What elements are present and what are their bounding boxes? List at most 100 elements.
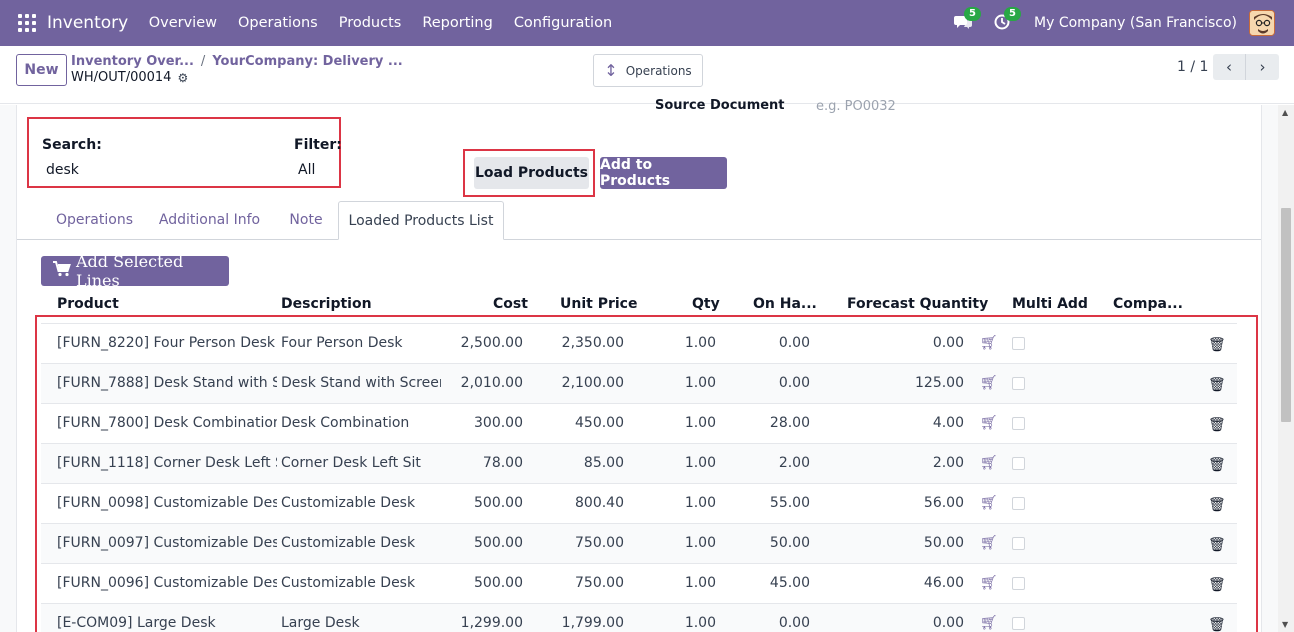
- multi-add-checkbox[interactable]: [1012, 617, 1025, 630]
- unit-price-cell: 2,350.00: [561, 335, 624, 351]
- column-cost[interactable]: Cost: [493, 296, 528, 312]
- search-label: Search:: [42, 137, 102, 153]
- multi-add-checkbox[interactable]: [1012, 497, 1025, 510]
- breadcrumb: Inventory Over... / YourCompany: Delivery …: [71, 54, 403, 69]
- tab-note[interactable]: Note: [279, 201, 333, 240]
- product-rows: [FURN_8220] Four Person Desk Four Person…: [41, 323, 1237, 632]
- operations-smart-button[interactable]: ↕ Operations: [593, 54, 703, 87]
- app-brand[interactable]: Inventory: [47, 13, 128, 33]
- scroll-down-arrow-icon[interactable]: ▼: [1282, 620, 1288, 629]
- pager-next-button[interactable]: ›: [1246, 54, 1279, 80]
- column-forecast-quantity[interactable]: Forecast Quantity: [847, 296, 988, 312]
- cart-icon[interactable]: 🛒︎: [980, 455, 998, 471]
- column-qty[interactable]: Qty: [692, 296, 720, 312]
- trash-icon[interactable]: 🗑︎: [1208, 377, 1226, 393]
- column-description[interactable]: Description: [281, 296, 372, 312]
- company-switcher[interactable]: My Company (San Francisco): [1034, 15, 1237, 31]
- trash-icon[interactable]: 🗑︎: [1208, 577, 1226, 593]
- menu-reporting[interactable]: Reporting: [412, 15, 504, 31]
- menu-configuration[interactable]: Configuration: [503, 15, 622, 31]
- trash-icon[interactable]: 🗑︎: [1208, 337, 1226, 353]
- cart-icon[interactable]: 🛒︎: [980, 615, 998, 631]
- table-row[interactable]: [FURN_0097] Customizable Des... Customiz…: [41, 523, 1237, 563]
- column-multi-add[interactable]: Multi Add: [1012, 296, 1088, 312]
- pager-buttons: ‹ ›: [1213, 54, 1279, 80]
- cost-cell: 300.00: [474, 415, 523, 431]
- trash-icon[interactable]: 🗑︎: [1208, 617, 1226, 632]
- activities-button[interactable]: 5: [994, 7, 1021, 34]
- forecast-cell: 46.00: [923, 575, 964, 591]
- menu-overview[interactable]: Overview: [138, 15, 227, 31]
- description-cell: Large Desk: [281, 615, 360, 631]
- table-row[interactable]: [E-COM09] Large Desk Large Desk 1,299.00…: [41, 603, 1237, 632]
- cart-icon[interactable]: 🛒︎: [980, 415, 998, 431]
- trash-icon[interactable]: 🗑︎: [1208, 537, 1226, 553]
- table-row[interactable]: [FURN_0096] Customizable Des... Customiz…: [41, 563, 1237, 603]
- breadcrumb-inventory-overview[interactable]: Inventory Over...: [71, 54, 194, 69]
- cart-icon[interactable]: 🛒︎: [980, 335, 998, 351]
- product-cell: [FURN_0097] Customizable Des...: [57, 535, 277, 551]
- menu-operations[interactable]: Operations: [227, 15, 328, 31]
- column-on-hand[interactable]: On Ha...: [753, 296, 817, 312]
- menu-products[interactable]: Products: [328, 15, 412, 31]
- cart-icon[interactable]: 🛒︎: [980, 575, 998, 591]
- on-hand-cell: 0.00: [778, 375, 810, 391]
- add-to-products-button[interactable]: Add to Products: [600, 157, 727, 189]
- table-row[interactable]: [FURN_0098] Customizable Des... Customiz…: [41, 483, 1237, 523]
- gear-icon[interactable]: ⚙: [177, 71, 188, 85]
- description-cell: Customizable Desk: [281, 495, 416, 511]
- multi-add-checkbox[interactable]: [1012, 377, 1025, 390]
- tab-loaded-products-list[interactable]: Loaded Products List: [338, 201, 504, 240]
- cart-icon[interactable]: 🛒︎: [980, 375, 998, 391]
- new-button[interactable]: New: [16, 54, 67, 86]
- table-row[interactable]: [FURN_7888] Desk Stand with S... Desk St…: [41, 363, 1237, 403]
- column-unit-price[interactable]: Unit Price: [560, 296, 637, 312]
- load-products-button[interactable]: Load Products: [474, 157, 589, 189]
- forecast-cell: 0.00: [932, 335, 964, 351]
- multi-add-checkbox[interactable]: [1012, 457, 1025, 470]
- table-row[interactable]: [FURN_1118] Corner Desk Left Sit Corner …: [41, 443, 1237, 483]
- record-title: WH/OUT/00014 ⚙: [71, 70, 188, 85]
- cart-icon[interactable]: 🛒︎: [980, 535, 998, 551]
- messages-badge: 5: [964, 7, 981, 21]
- product-cell: [FURN_0098] Customizable Des...: [57, 495, 277, 511]
- cart-icon[interactable]: 🛒︎: [980, 495, 998, 511]
- description-cell: Customizable Desk: [281, 535, 416, 551]
- multi-add-checkbox[interactable]: [1012, 577, 1025, 590]
- forecast-cell: 4.00: [932, 415, 964, 431]
- messages-button[interactable]: 5: [954, 7, 981, 34]
- on-hand-cell: 50.00: [769, 535, 810, 551]
- product-cell: [E-COM09] Large Desk: [57, 615, 216, 631]
- trash-icon[interactable]: 🗑︎: [1208, 417, 1226, 433]
- cost-cell: 2,010.00: [460, 375, 523, 391]
- tab-operations[interactable]: Operations: [42, 201, 147, 240]
- trash-icon[interactable]: 🗑︎: [1208, 497, 1226, 513]
- search-input[interactable]: desk: [46, 162, 79, 178]
- scrollbar-thumb[interactable]: [1281, 208, 1291, 422]
- multi-add-checkbox[interactable]: [1012, 537, 1025, 550]
- apps-grid-icon[interactable]: [18, 14, 36, 32]
- product-cell: [FURN_8220] Four Person Desk: [57, 335, 275, 351]
- column-product[interactable]: Product: [57, 296, 119, 312]
- tab-additional-info[interactable]: Additional Info: [152, 201, 267, 240]
- breadcrumb-delivery[interactable]: YourCompany: Delivery ...: [212, 54, 402, 69]
- filter-label: Filter:: [294, 137, 342, 153]
- add-selected-lines-button[interactable]: Add Selected Lines: [41, 252, 229, 290]
- user-avatar[interactable]: [1249, 10, 1275, 36]
- scroll-up-arrow-icon[interactable]: ▲: [1282, 108, 1288, 117]
- unit-price-cell: 750.00: [575, 535, 624, 551]
- trash-icon[interactable]: 🗑︎: [1208, 457, 1226, 473]
- multi-add-checkbox[interactable]: [1012, 417, 1025, 430]
- table-row[interactable]: [FURN_7800] Desk Combination Desk Combin…: [41, 403, 1237, 443]
- chevron-left-icon: ‹: [1226, 58, 1232, 76]
- operations-label: Operations: [625, 63, 692, 78]
- filter-select[interactable]: All: [298, 162, 315, 178]
- column-company[interactable]: Compa...: [1113, 296, 1183, 312]
- multi-add-checkbox[interactable]: [1012, 337, 1025, 350]
- table-row[interactable]: [FURN_8220] Four Person Desk Four Person…: [41, 323, 1237, 363]
- source-document-input[interactable]: e.g. PO0032: [816, 99, 896, 114]
- pager-previous-button[interactable]: ‹: [1213, 54, 1246, 80]
- qty-cell: 1.00: [684, 495, 716, 511]
- breadcrumb-separator: /: [200, 54, 206, 69]
- pager-value[interactable]: 1 / 1: [1177, 59, 1208, 75]
